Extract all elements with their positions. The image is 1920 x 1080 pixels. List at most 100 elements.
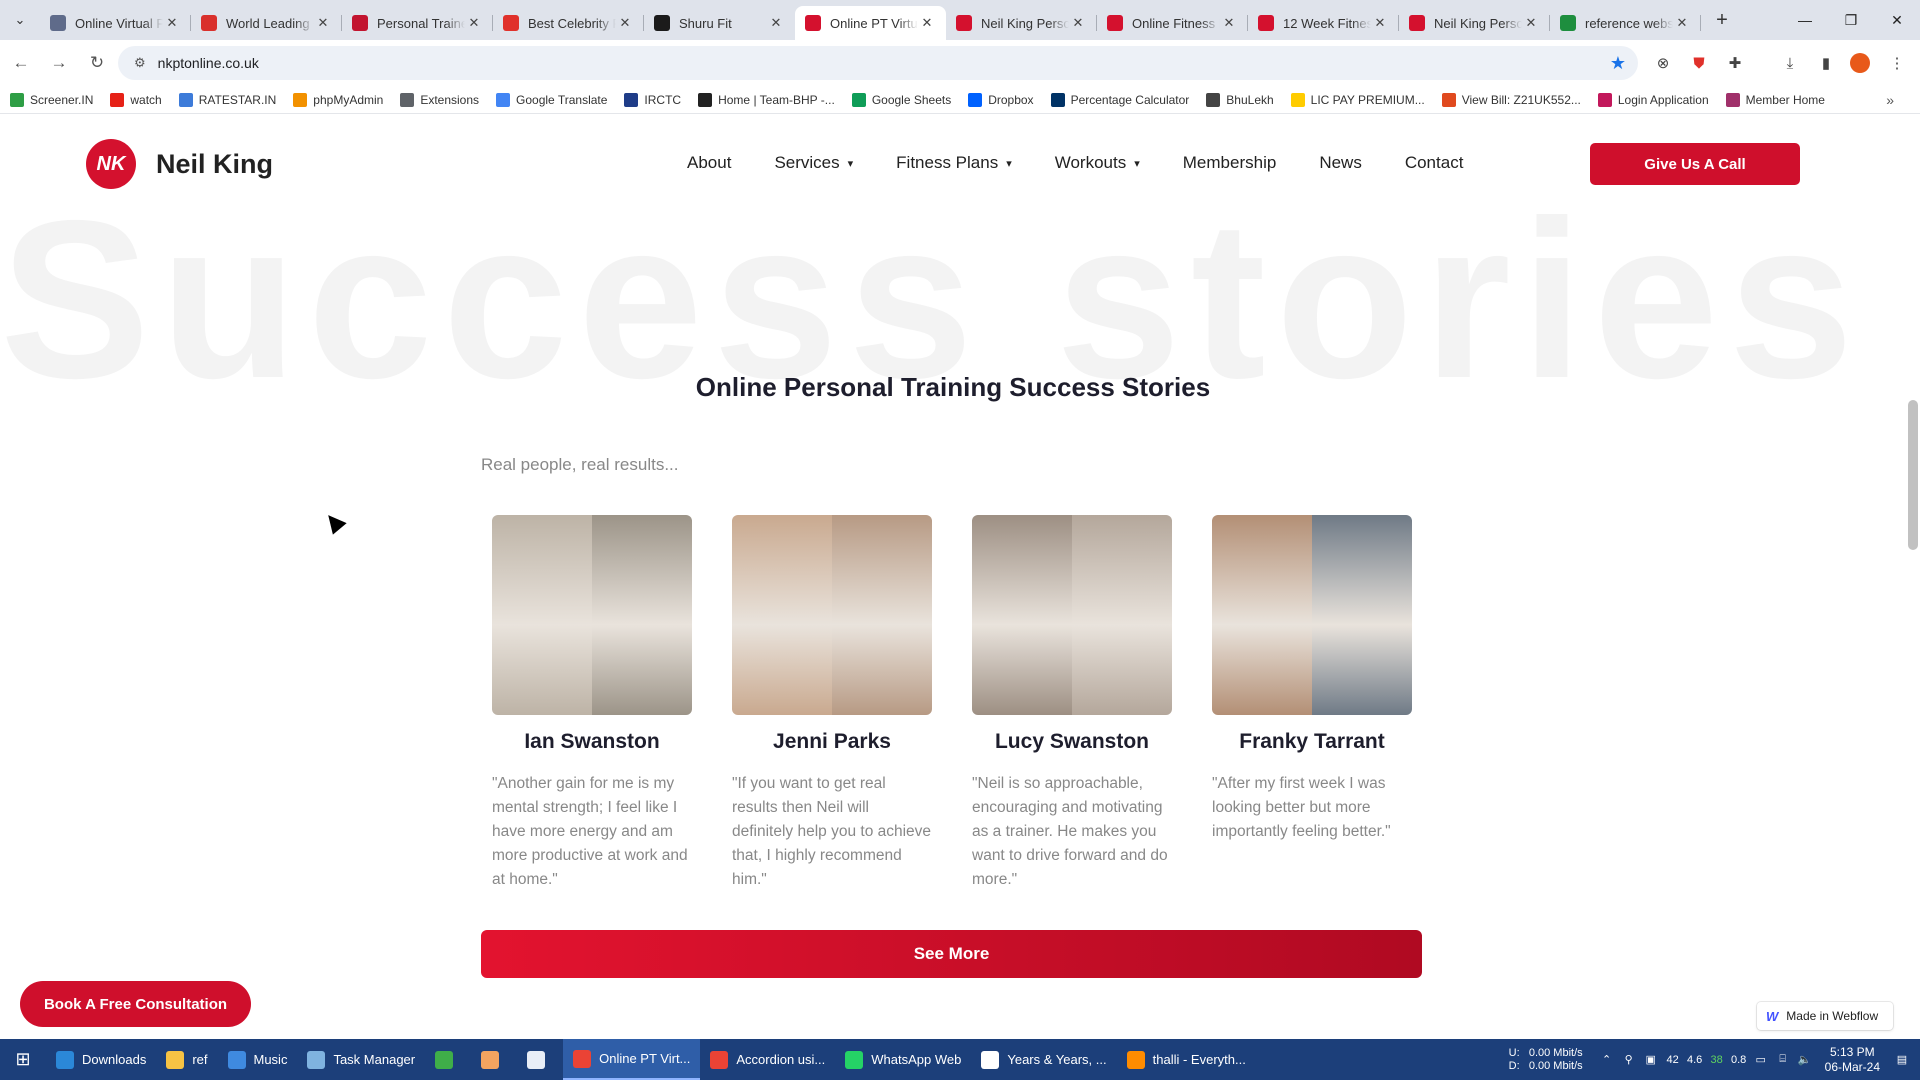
tab-close-icon[interactable]: ✕ (1673, 15, 1691, 31)
bookmark-item[interactable]: Dropbox (968, 92, 1034, 107)
nav-item-fitness-plans[interactable]: Fitness Plans ▾ (896, 153, 1012, 173)
taskbar-app[interactable]: Online PT Virt... (563, 1039, 701, 1080)
bookmark-item[interactable]: Percentage Calculator (1050, 92, 1189, 107)
before-after-photo[interactable] (972, 515, 1172, 715)
taskbar-app[interactable] (517, 1039, 563, 1080)
taskbar-app[interactable]: Task Manager (297, 1039, 425, 1080)
bookmark-item[interactable]: Google Sheets (851, 92, 951, 107)
tray-folder-icon[interactable]: ▣ (1641, 1053, 1661, 1066)
forward-icon[interactable]: → (42, 46, 76, 80)
extension-icon[interactable]: ⊗ (1648, 48, 1678, 78)
close-window-icon[interactable]: ✕ (1874, 0, 1920, 40)
nav-item-news[interactable]: News (1319, 153, 1362, 173)
browser-tab[interactable]: Best Celebrity Personal✕ (493, 6, 644, 40)
browser-tab[interactable]: Online Fitness Plans✕ (1097, 6, 1248, 40)
browser-tab[interactable]: Personal Trainer ✕ (342, 6, 493, 40)
side-panel-icon[interactable]: ▮ (1811, 48, 1841, 78)
browser-tab[interactable]: reference websites✕ (1550, 6, 1701, 40)
taskbar-app[interactable]: thalli - Everyth... (1117, 1039, 1256, 1080)
shield-extension-icon[interactable]: ⛊ (1684, 48, 1714, 78)
site-info-icon[interactable]: ⚙ (134, 55, 146, 71)
bookmark-item[interactable]: BhuLekh (1206, 92, 1274, 107)
tab-close-icon[interactable]: ✕ (1371, 15, 1389, 31)
bookmarks-overflow-icon[interactable]: » (1886, 92, 1894, 108)
scrollbar-thumb[interactable] (1908, 400, 1918, 550)
browser-tab[interactable]: Neil King Personal✕ (1399, 6, 1550, 40)
nav-item-contact[interactable]: Contact (1405, 153, 1464, 173)
before-after-photo[interactable] (492, 515, 692, 715)
battery-icon[interactable]: ▭ (1751, 1053, 1771, 1066)
nav-item-workouts[interactable]: Workouts ▾ (1055, 153, 1140, 173)
taskbar-app[interactable]: ref (156, 1039, 217, 1080)
profile-avatar[interactable] (1845, 48, 1875, 78)
minimize-icon[interactable]: — (1782, 0, 1828, 40)
before-after-photo[interactable] (732, 515, 932, 715)
tab-close-icon[interactable]: ✕ (767, 15, 785, 31)
tab-close-icon[interactable]: ✕ (465, 15, 483, 31)
see-more-button[interactable]: See More (481, 930, 1422, 978)
bookmark-item[interactable]: Login Application (1597, 92, 1709, 107)
taskbar-clock[interactable]: 5:13 PM 06-Mar-24 (1825, 1045, 1880, 1075)
bookmark-item[interactable]: View Bill: Z21UK552... (1441, 92, 1581, 107)
tab-search-dropdown-icon[interactable]: ⌄ (0, 0, 40, 40)
bookmark-item[interactable]: watch (110, 92, 162, 107)
tray-overflow-icon[interactable]: ⌃ (1597, 1053, 1617, 1066)
nav-item-about[interactable]: About (687, 153, 731, 173)
before-after-photo[interactable] (1212, 515, 1412, 715)
bookmark-item[interactable]: Screener.IN (10, 92, 93, 107)
browser-tab[interactable]: World Leading Online✕ (191, 6, 342, 40)
tab-close-icon[interactable]: ✕ (314, 15, 332, 31)
bookmark-item[interactable]: Extensions (400, 92, 479, 107)
back-icon[interactable]: ← (4, 46, 38, 80)
bookmark-star-icon[interactable]: ★ (1610, 53, 1626, 74)
browser-tab[interactable]: 12 Week Fitness Plan✕ (1248, 6, 1399, 40)
taskbar-app[interactable]: Accordion usi... (700, 1039, 835, 1080)
taskbar-app-icon (527, 1050, 546, 1069)
nav-item-membership[interactable]: Membership (1183, 153, 1277, 173)
tab-close-icon[interactable]: ✕ (1220, 15, 1238, 31)
download-icon[interactable]: ⤓ (1775, 48, 1805, 78)
browser-menu-icon[interactable]: ⋮ (1882, 48, 1912, 78)
taskbar-app[interactable] (471, 1039, 517, 1080)
webflow-badge[interactable]: W Made in Webflow (1757, 1002, 1893, 1030)
page-scrollbar[interactable] (1906, 115, 1920, 1039)
browser-tab[interactable]: Shuru Fit ✕ (644, 6, 795, 40)
before-photo (492, 515, 592, 715)
bookmark-item[interactable]: RATESTAR.IN (178, 92, 276, 107)
tab-close-icon[interactable]: ✕ (1522, 15, 1540, 31)
taskbar-app[interactable]: Music (218, 1039, 298, 1080)
network-icon[interactable]: ⌸ (1773, 1053, 1793, 1066)
volume-icon[interactable]: 🔈 (1795, 1053, 1815, 1066)
extensions-puzzle-icon[interactable]: ✚ (1720, 48, 1750, 78)
give-us-a-call-button[interactable]: Give Us A Call (1590, 143, 1800, 185)
tab-close-icon[interactable]: ✕ (1069, 15, 1087, 31)
url-text[interactable]: nkptonline.co.uk (158, 55, 259, 71)
bookmark-item[interactable]: phpMyAdmin (293, 92, 383, 107)
book-consultation-button[interactable]: Book A Free Consultation (20, 981, 251, 1027)
tab-close-icon[interactable]: ✕ (163, 15, 181, 31)
windows-start-icon[interactable]: ⊞ (0, 1039, 46, 1080)
taskbar-app[interactable] (425, 1039, 471, 1080)
taskbar-app[interactable]: Years & Years, ... (971, 1039, 1116, 1080)
taskbar-app-label: Music (253, 1052, 288, 1067)
taskbar-app[interactable]: WhatsApp Web (835, 1039, 971, 1080)
bookmark-item[interactable]: LIC PAY PREMIUM... (1290, 92, 1425, 107)
address-bar[interactable]: ⚙ nkptonline.co.uk ★ (118, 46, 1638, 80)
site-logo[interactable]: NK Neil King (86, 139, 273, 189)
new-tab-button[interactable]: + (1705, 3, 1739, 37)
taskbar-app[interactable]: Downloads (46, 1039, 156, 1080)
restore-icon[interactable]: ❐ (1828, 0, 1874, 40)
bookmark-item[interactable]: Home | Team-BHP -... (698, 92, 835, 107)
bookmark-item[interactable]: Google Translate (496, 92, 607, 107)
notifications-icon[interactable]: ▤ (1892, 1053, 1912, 1066)
reload-icon[interactable]: ↻ (80, 46, 114, 80)
bookmark-item[interactable]: IRCTC (624, 92, 681, 107)
nav-item-services[interactable]: Services ▾ (774, 153, 853, 173)
tab-close-icon[interactable]: ✕ (918, 15, 936, 31)
browser-tab[interactable]: Neil King Personal✕ (946, 6, 1097, 40)
tab-close-icon[interactable]: ✕ (616, 15, 634, 31)
tray-app-icon[interactable]: ⚲ (1619, 1053, 1639, 1066)
browser-tab[interactable]: Online Virtual Personal✕ (40, 6, 191, 40)
browser-tab[interactable]: Online PT Virtual✕ (795, 6, 946, 40)
bookmark-item[interactable]: Member Home (1725, 92, 1825, 107)
